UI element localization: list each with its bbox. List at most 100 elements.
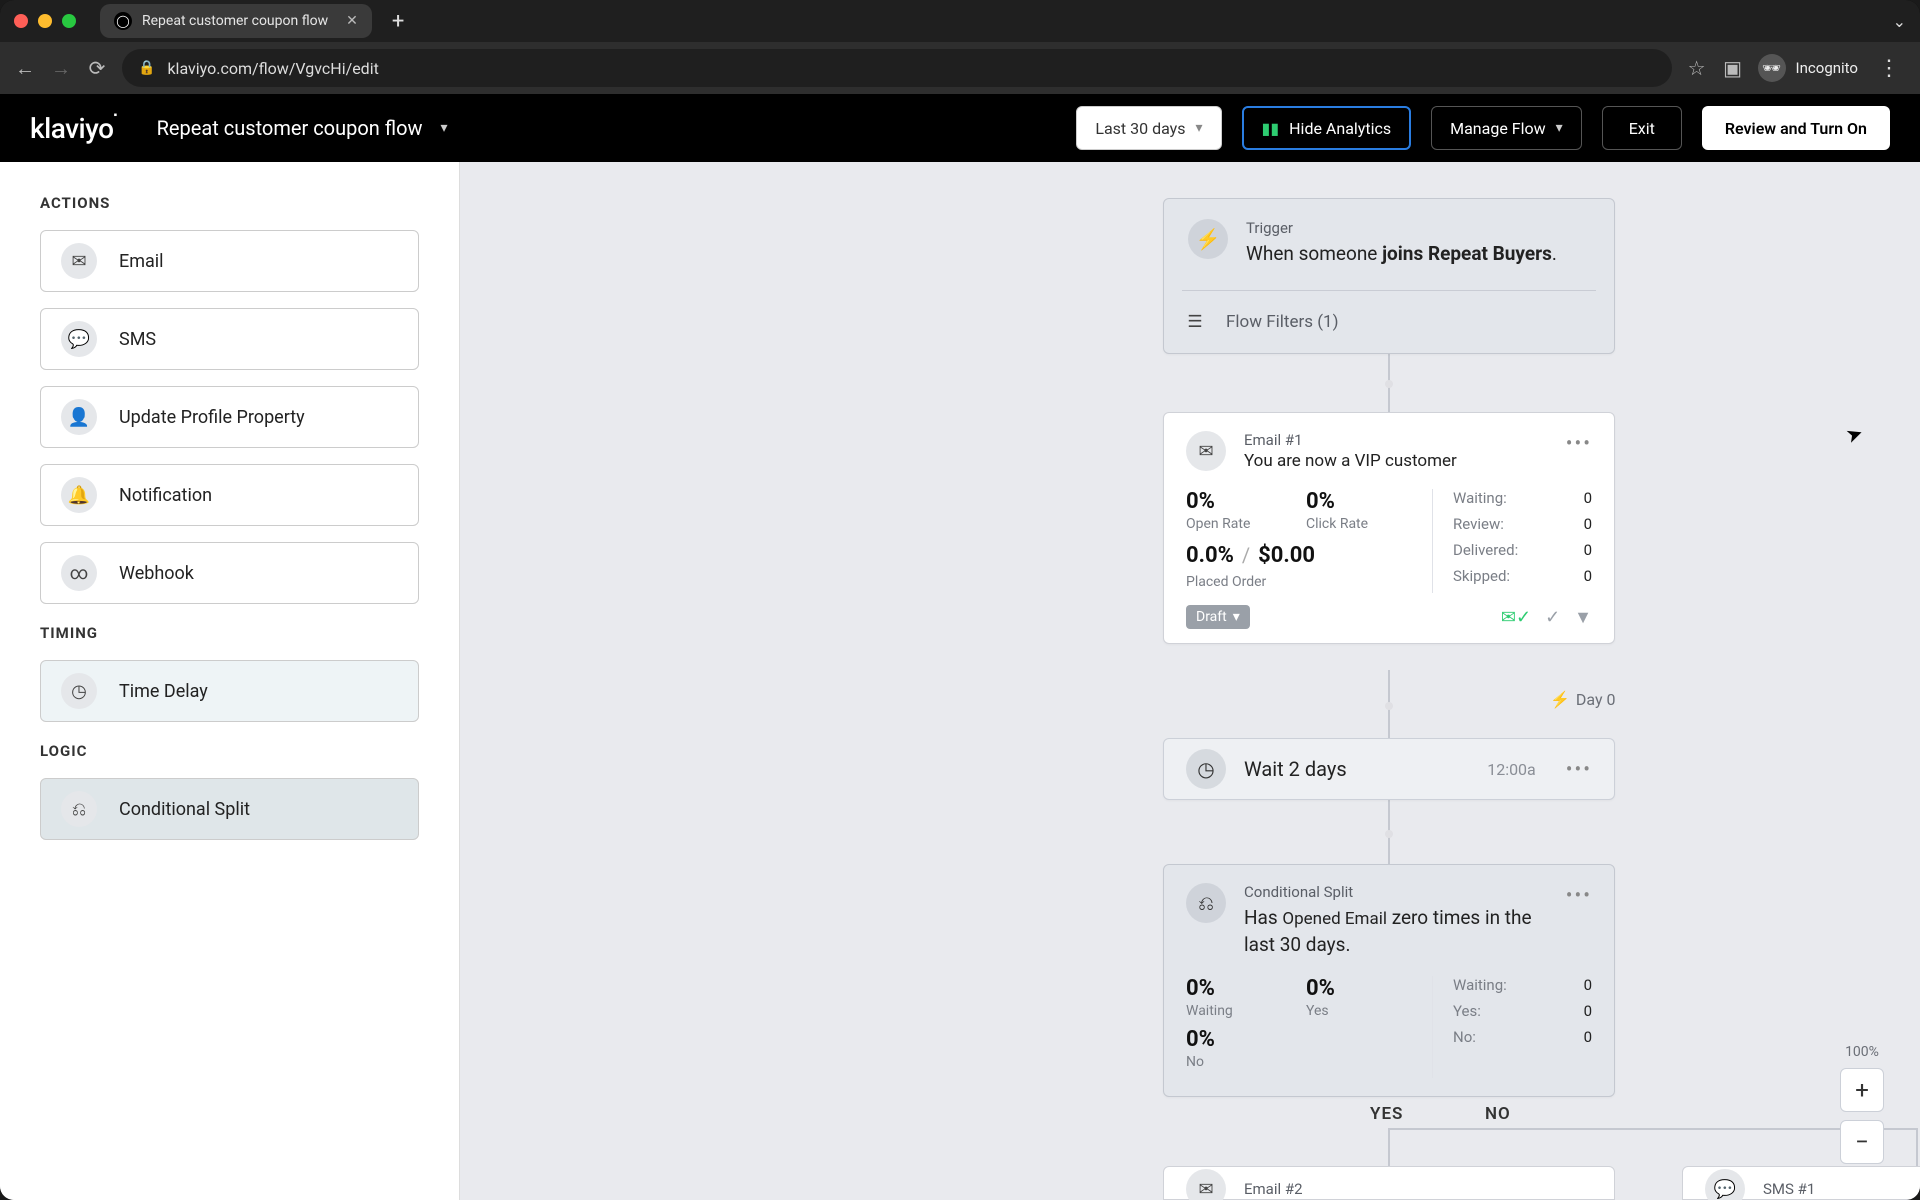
palette-update-profile[interactable]: 👤 Update Profile Property — [40, 386, 419, 448]
reload-button[interactable]: ⟳ — [86, 57, 108, 79]
waiting-pct: 0% — [1186, 976, 1276, 1001]
date-range-dropdown[interactable]: Last 30 days ▾ — [1076, 106, 1221, 150]
flow-title: Repeat customer coupon flow — [157, 116, 423, 140]
connector-node[interactable] — [1385, 702, 1393, 710]
conditional-split-card[interactable]: ⎌ Conditional Split Has Opened Email zer… — [1163, 864, 1615, 1097]
flow-filters-label: Flow Filters (1) — [1226, 312, 1339, 332]
palette-email[interactable]: ✉ Email — [40, 230, 419, 292]
check-icon[interactable]: ✓ — [1545, 607, 1560, 628]
skipped-value: 0 — [1584, 567, 1592, 585]
waiting-value: 0 — [1584, 976, 1592, 994]
yes-label: Yes: — [1453, 1002, 1481, 1020]
extensions-icon[interactable]: ▣ — [1722, 57, 1744, 79]
review-and-turn-on-button[interactable]: Review and Turn On — [1702, 106, 1890, 150]
palette-time-delay[interactable]: ◷ Time Delay — [40, 660, 419, 722]
smart-send-icon[interactable]: ✉✓ — [1501, 607, 1531, 628]
palette-label: SMS — [119, 329, 156, 350]
browser-menu-icon[interactable]: ⋮ — [1872, 56, 1906, 81]
tabs-overflow-icon[interactable]: ⌄ — [1893, 12, 1906, 31]
chart-icon: ▮▮ — [1262, 119, 1280, 138]
flow-filters-button[interactable]: ☰ Flow Filters (1) — [1182, 290, 1596, 335]
sms-icon: 💬 — [61, 321, 97, 357]
email-subject: You are now a VIP customer — [1244, 451, 1548, 471]
exit-button[interactable]: Exit — [1602, 106, 1682, 150]
clock-icon: ◷ — [1186, 749, 1226, 789]
placed-order-value: $0.00 — [1258, 543, 1315, 568]
hide-analytics-button[interactable]: ▮▮ Hide Analytics — [1242, 106, 1412, 150]
palette-notification[interactable]: 🔔 Notification — [40, 464, 419, 526]
open-rate-value: 0% — [1186, 489, 1276, 514]
sms-number: SMS #1 — [1763, 1180, 1815, 1198]
person-icon: 👤 — [61, 399, 97, 435]
manage-flow-dropdown[interactable]: Manage Flow ▾ — [1431, 106, 1582, 150]
trigger-label: Trigger — [1246, 219, 1590, 237]
palette-webhook[interactable]: ∞ Webhook — [40, 542, 419, 604]
tab-favicon: ◯ — [114, 12, 132, 30]
new-tab-button[interactable]: + — [382, 9, 414, 34]
day-indicator: ⚡ Day 0 — [1550, 690, 1616, 709]
card-menu-icon[interactable]: ••• — [1566, 883, 1592, 958]
timing-heading: TIMING — [40, 624, 419, 642]
wait-text: Wait 2 days — [1244, 757, 1469, 781]
waiting-value: 0 — [1584, 489, 1592, 507]
connector-node[interactable] — [1385, 380, 1393, 388]
yes-pct: 0% — [1306, 976, 1396, 1001]
zoom-out-button[interactable]: − — [1840, 1120, 1884, 1164]
trigger-text: When someone joins Repeat Buyers. — [1246, 241, 1590, 268]
actions-heading: ACTIONS — [40, 194, 419, 212]
tab-close-icon[interactable]: ✕ — [346, 13, 358, 29]
palette-label: Time Delay — [119, 681, 208, 702]
connector-node[interactable] — [1385, 830, 1393, 838]
waiting-label: Waiting: — [1453, 489, 1507, 507]
url-text: klaviyo.com/flow/VgvcHi/edit — [167, 59, 378, 78]
window-maximize[interactable] — [62, 14, 76, 28]
app-header: klaviyo▪ Repeat customer coupon flow ▾ L… — [0, 94, 1920, 162]
bookmark-star-icon[interactable]: ☆ — [1686, 57, 1708, 79]
logic-heading: LOGIC — [40, 742, 419, 760]
trigger-card[interactable]: ⚡ Trigger When someone joins Repeat Buye… — [1163, 198, 1615, 354]
wait-card[interactable]: ◷ Wait 2 days 12:00a ••• — [1163, 738, 1615, 800]
email-icon: ✉ — [61, 243, 97, 279]
klaviyo-logo[interactable]: klaviyo▪ — [30, 112, 117, 145]
status-badge[interactable]: Draft ▾ — [1186, 605, 1250, 629]
flow-canvas[interactable]: ⚡ Trigger When someone joins Repeat Buye… — [460, 162, 1920, 1200]
connector — [1388, 1128, 1918, 1130]
caret-down-icon: ▾ — [441, 120, 448, 136]
palette-sms[interactable]: 💬 SMS — [40, 308, 419, 370]
caret-down-icon: ▾ — [1196, 120, 1203, 136]
lock-icon: 🔒 — [138, 60, 155, 76]
forward-button[interactable]: → — [50, 57, 72, 79]
no-value: 0 — [1584, 1028, 1592, 1046]
email-icon: ✉ — [1186, 1169, 1226, 1200]
zoom-in-button[interactable]: + — [1840, 1068, 1884, 1112]
palette-conditional-split[interactable]: ⎌ Conditional Split — [40, 778, 419, 840]
card-menu-icon[interactable]: ••• — [1566, 431, 1592, 471]
url-field[interactable]: 🔒 klaviyo.com/flow/VgvcHi/edit — [122, 49, 1672, 87]
review-label: Review: — [1453, 515, 1504, 533]
hide-analytics-label: Hide Analytics — [1289, 119, 1391, 138]
open-rate-label: Open Rate — [1186, 516, 1276, 532]
delivered-label: Delivered: — [1453, 541, 1518, 559]
placed-order-label: Placed Order — [1186, 574, 1432, 593]
browser-tabs-bar: ◯ Repeat customer coupon flow ✕ + ⌄ — [0, 0, 1920, 42]
sms-card-partial[interactable]: 💬 SMS #1 — [1682, 1166, 1920, 1200]
back-button[interactable]: ← — [14, 57, 36, 79]
flow-title-dropdown[interactable]: Repeat customer coupon flow ▾ — [157, 116, 448, 140]
split-condition: Has Opened Email zero times in the last … — [1244, 905, 1548, 958]
connector — [1388, 1128, 1390, 1166]
skipped-label: Skipped: — [1453, 567, 1510, 585]
palette-label: Notification — [119, 485, 212, 506]
filter-icon[interactable]: ▼ — [1574, 607, 1592, 628]
placed-order-pct: 0.0% — [1186, 543, 1234, 568]
delivered-value: 0 — [1584, 541, 1592, 559]
branch-yes-label: YES — [1370, 1104, 1403, 1124]
email-card-partial[interactable]: ✉ Email #2 — [1163, 1166, 1615, 1200]
email-card[interactable]: ✉ Email #1 You are now a VIP customer ••… — [1163, 412, 1615, 644]
date-range-label: Last 30 days — [1095, 119, 1185, 138]
browser-tab[interactable]: ◯ Repeat customer coupon flow ✕ — [100, 4, 372, 38]
card-menu-icon[interactable]: ••• — [1566, 757, 1592, 781]
window-close[interactable] — [14, 14, 28, 28]
incognito-icon: 🕶 — [1758, 54, 1786, 82]
window-minimize[interactable] — [38, 14, 52, 28]
tab-title: Repeat customer coupon flow — [142, 13, 328, 29]
